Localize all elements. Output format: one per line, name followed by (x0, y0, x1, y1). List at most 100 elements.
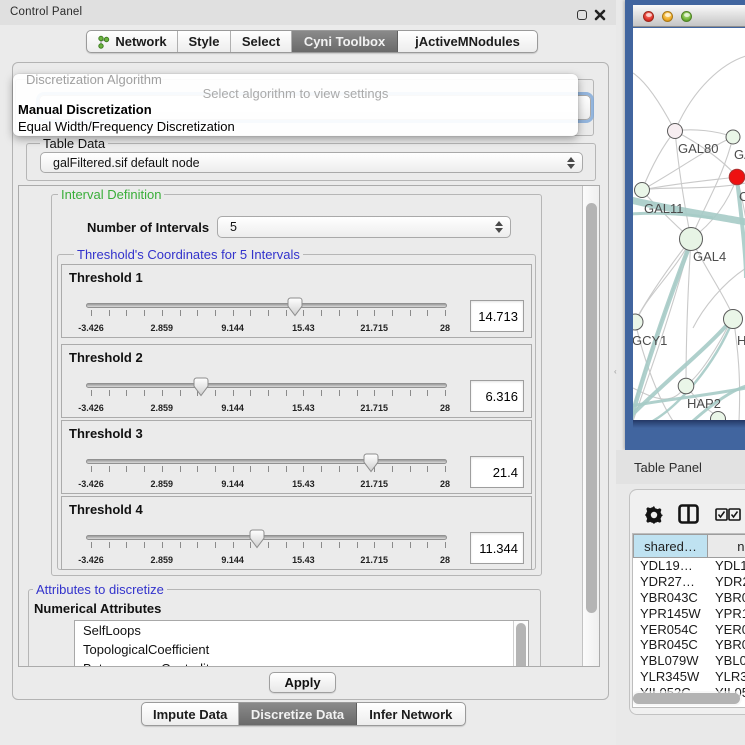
splitter-handle[interactable]: ‹ (614, 367, 619, 374)
threshold-slider-thumb[interactable] (287, 297, 303, 317)
popup-item-equal-width[interactable]: Equal Width/Frequency Discretization (18, 119, 235, 134)
network-node-gcy1[interactable] (633, 314, 643, 330)
table-row[interactable]: YBL079W YBL079W (633, 653, 745, 669)
network-canvas[interactable]: GAL80 GA C GAL11 GAL4 GCY1 H HAP2 (633, 28, 745, 420)
cell-name[interactable]: YPR145W (708, 606, 745, 621)
cell-name[interactable]: YBR043C (708, 590, 745, 605)
column-header-name[interactable]: name (708, 534, 745, 558)
threshold-4-panel: Threshold 4 -3.4262.8599.14415.4321.7152… (61, 496, 532, 570)
threshold-value-field[interactable]: 6.316 (470, 380, 524, 412)
threshold-value-field[interactable]: 14.713 (470, 300, 524, 332)
network-graph: GAL80 GA C GAL11 GAL4 GCY1 H HAP2 (633, 28, 745, 420)
tab-jactivemnodules[interactable]: jActiveMNodules (398, 31, 537, 52)
network-node-hap2[interactable] (678, 378, 694, 394)
discretization-algorithm-group-title: Discretization Algorithm (23, 72, 165, 87)
network-node-gal11[interactable] (634, 182, 649, 197)
table-horizontal-scrollbar[interactable] (633, 693, 740, 704)
network-node-selected-red[interactable] (729, 169, 745, 185)
table-row[interactable]: YBR043C YBR043C (633, 590, 745, 606)
cell-name[interactable]: YDR277C (708, 574, 745, 589)
cell-name[interactable]: YER054C (708, 622, 745, 637)
tab-cyni-toolbox-label: Cyni Toolbox (304, 34, 385, 49)
table-data-combo[interactable]: galFiltered.sif default node (40, 152, 583, 173)
float-window-icon[interactable] (577, 10, 587, 20)
slider-scale-label: 15.43 (292, 403, 315, 413)
table-row[interactable]: YBR045C YBR045C (633, 637, 745, 653)
table-row[interactable]: YDR27… YDR277C (633, 574, 745, 590)
table-header-row: shared… name (633, 534, 745, 558)
table-row[interactable]: YER054C YER054C (633, 621, 745, 637)
numerical-attributes-list[interactable]: SelfLoops TopologicalCoefficient Between… (74, 620, 529, 667)
split-columns-icon[interactable] (678, 504, 699, 529)
cell-shared-name[interactable]: YLR345W (633, 669, 708, 684)
tab-style[interactable]: Style (178, 31, 231, 52)
network-node-gal4[interactable] (679, 227, 702, 250)
threshold-slider-thumb[interactable] (363, 453, 379, 473)
settings-scrollbar[interactable] (582, 186, 599, 666)
network-node[interactable] (723, 309, 742, 328)
table-row[interactable]: YDL19… YDL194W (633, 558, 745, 574)
cell-shared-name[interactable]: YDR27… (633, 574, 708, 589)
network-node[interactable] (726, 130, 740, 144)
close-traffic-light[interactable] (643, 11, 654, 22)
tab-impute-data[interactable]: Impute Data (142, 703, 239, 725)
checkbox-checked-icon[interactable] (728, 508, 741, 526)
cell-shared-name[interactable]: YDL19… (633, 558, 708, 573)
scrollbar-thumb[interactable] (586, 203, 597, 613)
cell-shared-name[interactable]: YBR045C (633, 637, 708, 652)
network-node-gal80[interactable] (667, 123, 682, 138)
cell-shared-name[interactable]: YPR145W (633, 606, 708, 621)
threshold-value-field[interactable]: 21.4 (470, 456, 524, 488)
number-of-intervals-value: 5 (218, 220, 488, 234)
threshold-slider-track[interactable] (86, 383, 447, 388)
cell-name[interactable]: YBR045C (708, 637, 745, 652)
node-label: GCY1 (633, 333, 667, 348)
tab-select[interactable]: Select (231, 31, 292, 52)
slider-scale: -3.4262.8599.14415.4321.71528 (91, 479, 445, 491)
popup-header: Select algorithm to view settings (13, 86, 578, 101)
attributes-list-scrollbar[interactable] (513, 621, 528, 667)
threshold-label: Threshold 4 (69, 502, 143, 517)
slider-scale-label: -3.426 (78, 555, 104, 565)
tab-discretize-data[interactable]: Discretize Data (239, 703, 356, 725)
scrollbar-thumb[interactable] (516, 623, 526, 667)
table-body: YDL19… YDL194W YDR27… YDR277C YBR043C YB… (633, 558, 745, 700)
zoom-traffic-light[interactable] (681, 11, 692, 22)
threshold-slider-track[interactable] (86, 303, 447, 308)
slider-scale-label: 21.715 (360, 403, 388, 413)
minimize-traffic-light[interactable] (662, 11, 673, 22)
close-icon[interactable] (594, 9, 606, 21)
threshold-value-field[interactable]: 11.344 (470, 532, 524, 564)
cell-name[interactable]: YBL079W (708, 653, 745, 668)
cell-shared-name[interactable]: YBL079W (633, 653, 708, 668)
slider-scale-label: 21.715 (360, 323, 388, 333)
threshold-slider-track[interactable] (86, 535, 447, 540)
threshold-value: 21.4 (493, 465, 518, 480)
threshold-slider-track[interactable] (86, 459, 447, 464)
top-tab-bar: Network Style Select Cyni Toolbox jActiv… (86, 30, 538, 53)
gear-icon[interactable] (645, 506, 663, 529)
cell-name[interactable]: YDL194W (708, 558, 745, 573)
network-window-titlebar[interactable] (633, 5, 745, 27)
threshold-value: 6.316 (485, 389, 518, 404)
tab-network[interactable]: Network (87, 31, 178, 52)
list-item[interactable]: SelfLoops (75, 621, 528, 640)
table-row[interactable]: YLR345W YLR345W (633, 669, 745, 685)
slider-scale-label: -3.426 (78, 403, 104, 413)
cell-name[interactable]: YLR345W (708, 669, 745, 684)
list-item[interactable]: TopologicalCoefficient (75, 640, 528, 659)
cell-shared-name[interactable]: YER054C (633, 622, 708, 637)
tab-cyni-toolbox[interactable]: Cyni Toolbox (292, 31, 398, 52)
network-icon (97, 35, 110, 49)
popup-item-manual-discretization[interactable]: Manual Discretization (18, 102, 152, 117)
threshold-slider-thumb[interactable] (193, 377, 209, 397)
column-header-shared-name[interactable]: shared… (633, 534, 708, 558)
number-of-intervals-combo[interactable]: 5 (217, 216, 511, 238)
tab-infer-network[interactable]: Infer Network (357, 703, 465, 725)
list-item[interactable]: BetweennessCentrality (75, 659, 528, 667)
threshold-slider-thumb[interactable] (249, 529, 265, 549)
apply-button[interactable]: Apply (269, 672, 336, 693)
table-row[interactable]: YPR145W YPR145W (633, 605, 745, 621)
checkbox-checked-icon[interactable] (715, 508, 728, 526)
cell-shared-name[interactable]: YBR043C (633, 590, 708, 605)
